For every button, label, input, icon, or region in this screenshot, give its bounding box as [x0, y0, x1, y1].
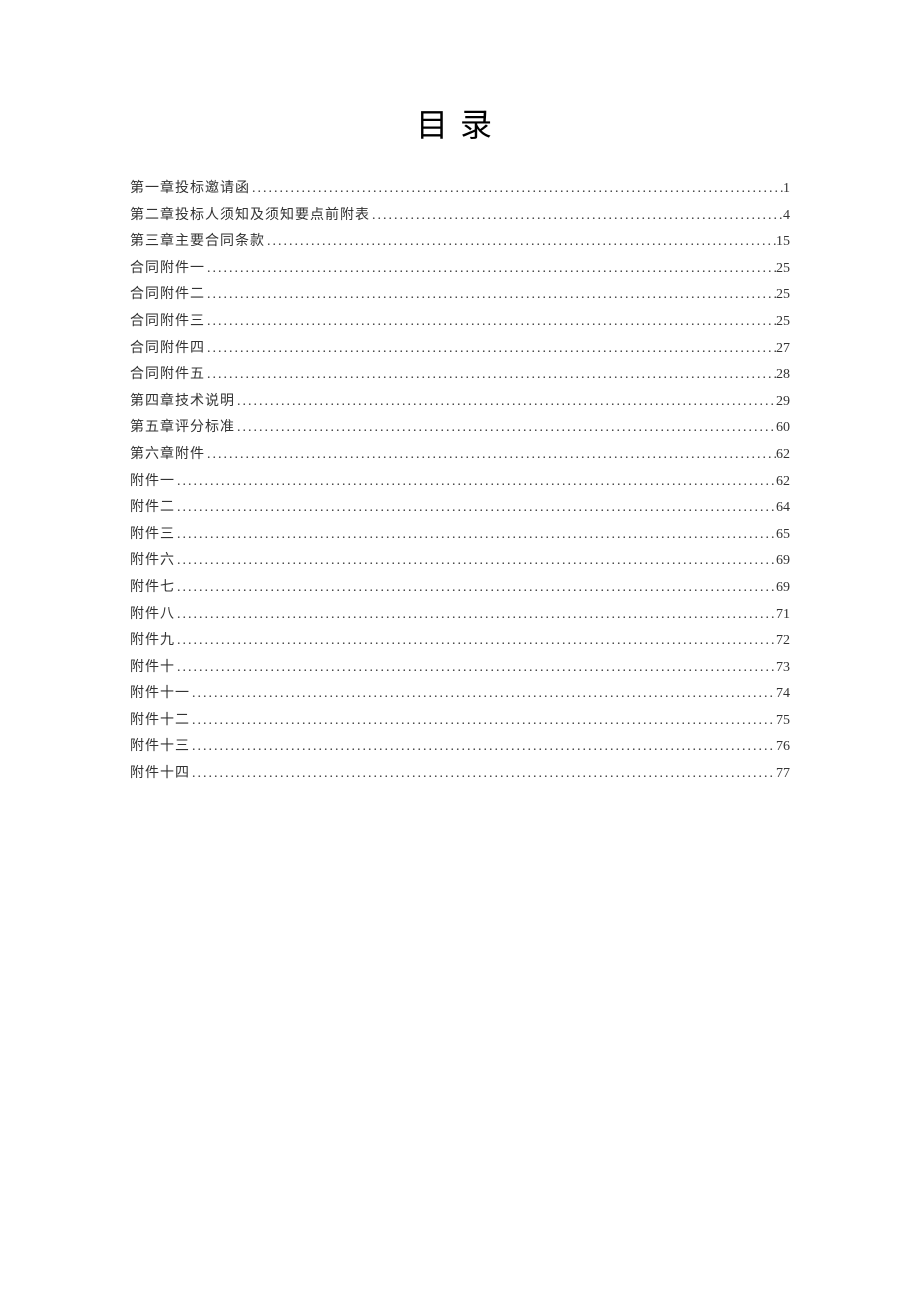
- toc-entry: 合同附件一 25: [130, 256, 790, 283]
- toc-entry-leader: [175, 575, 776, 602]
- toc-entry-leader: [205, 309, 776, 336]
- toc-entry-page: 62: [776, 442, 790, 469]
- toc-entry: 合同附件四 27: [130, 336, 790, 363]
- toc-entry-leader: [175, 602, 776, 629]
- toc-entry-leader: [190, 708, 776, 735]
- toc-entry: 附件十三 76: [130, 734, 790, 761]
- toc-entry-leader: [250, 176, 783, 203]
- toc-entry-leader: [205, 282, 776, 309]
- toc-entry-leader: [190, 681, 776, 708]
- toc-entry-page: 76: [776, 734, 790, 761]
- toc-entry: 附件八 71: [130, 602, 790, 629]
- toc-entry-page: 71: [776, 602, 790, 629]
- toc-entry-label: 附件六: [130, 548, 175, 575]
- toc-entry-label: 合同附件三: [130, 309, 205, 336]
- toc-entry-label: 第一章投标邀请函: [130, 176, 250, 203]
- toc-entry-page: 69: [776, 575, 790, 602]
- toc-entry: 合同附件二 25: [130, 282, 790, 309]
- toc-entry-page: 1: [783, 176, 790, 203]
- toc-entry-label: 第二章投标人须知及须知要点前附表: [130, 203, 370, 230]
- toc-entry-leader: [235, 415, 776, 442]
- toc-entry-leader: [370, 203, 783, 230]
- toc-entry-page: 29: [776, 389, 790, 416]
- toc-entry-leader: [235, 389, 776, 416]
- toc-entry-page: 77: [776, 761, 790, 788]
- toc-entry-page: 60: [776, 415, 790, 442]
- toc-entry-label: 合同附件四: [130, 336, 205, 363]
- toc-entry-page: 73: [776, 655, 790, 682]
- toc-entry-leader: [205, 362, 776, 389]
- table-of-contents: 第一章投标邀请函1第二章投标人须知及须知要点前附表4第三章主要合同条款15合同附…: [130, 176, 790, 788]
- toc-entry-page: 65: [776, 522, 790, 549]
- toc-entry: 合同附件五 28: [130, 362, 790, 389]
- toc-entry-page: 25: [776, 282, 790, 309]
- toc-entry-label: 附件七: [130, 575, 175, 602]
- toc-entry-label: 第三章主要合同条款: [130, 229, 265, 256]
- toc-entry: 第六章附件 62: [130, 442, 790, 469]
- toc-entry-leader: [205, 256, 776, 283]
- toc-entry-label: 附件二: [130, 495, 175, 522]
- toc-entry-page: 25: [776, 256, 790, 283]
- toc-entry-page: 4: [783, 203, 790, 230]
- toc-entry: 第五章评分标准 60: [130, 415, 790, 442]
- toc-entry-leader: [190, 734, 776, 761]
- toc-entry: 第三章主要合同条款 15: [130, 229, 790, 256]
- toc-entry-leader: [175, 548, 776, 575]
- toc-entry-label: 合同附件二: [130, 282, 205, 309]
- toc-entry-page: 75: [776, 708, 790, 735]
- toc-entry-leader: [175, 495, 776, 522]
- toc-entry-label: 附件十二: [130, 708, 190, 735]
- toc-entry: 附件一 62: [130, 469, 790, 496]
- toc-entry: 附件二 64: [130, 495, 790, 522]
- toc-entry: 附件十一 74: [130, 681, 790, 708]
- toc-entry: 附件十四 77: [130, 761, 790, 788]
- toc-entry-page: 25: [776, 309, 790, 336]
- toc-entry: 第一章投标邀请函 1: [130, 176, 790, 203]
- toc-entry-page: 27: [776, 336, 790, 363]
- toc-entry-label: 合同附件五: [130, 362, 205, 389]
- toc-entry: 附件十二 75: [130, 708, 790, 735]
- toc-entry-page: 69: [776, 548, 790, 575]
- toc-entry-label: 附件九: [130, 628, 175, 655]
- toc-entry: 合同附件三 25: [130, 309, 790, 336]
- toc-entry-leader: [190, 761, 776, 788]
- page-title: 目录: [130, 100, 790, 146]
- toc-entry-label: 附件十: [130, 655, 175, 682]
- toc-entry-label: 附件三: [130, 522, 175, 549]
- toc-entry-page: 62: [776, 469, 790, 496]
- toc-entry-page: 72: [776, 628, 790, 655]
- toc-entry-label: 附件八: [130, 602, 175, 629]
- toc-entry-leader: [175, 628, 776, 655]
- toc-entry-leader: [175, 469, 776, 496]
- toc-entry-page: 28: [776, 362, 790, 389]
- toc-entry-page: 15: [776, 229, 790, 256]
- toc-entry-label: 第六章附件: [130, 442, 205, 469]
- toc-entry-leader: [175, 655, 776, 682]
- toc-entry-leader: [205, 442, 776, 469]
- toc-entry-label: 附件十三: [130, 734, 190, 761]
- toc-entry-label: 第五章评分标准: [130, 415, 235, 442]
- toc-entry-page: 64: [776, 495, 790, 522]
- toc-entry-label: 附件十一: [130, 681, 190, 708]
- toc-entry: 附件十 73: [130, 655, 790, 682]
- toc-entry-label: 合同附件一: [130, 256, 205, 283]
- toc-entry-leader: [265, 229, 776, 256]
- toc-entry-leader: [205, 336, 776, 363]
- toc-entry: 附件三 65: [130, 522, 790, 549]
- toc-entry: 附件七 69: [130, 575, 790, 602]
- toc-entry: 第二章投标人须知及须知要点前附表 4: [130, 203, 790, 230]
- toc-entry: 第四章技术说明 29: [130, 389, 790, 416]
- toc-entry: 附件六 69: [130, 548, 790, 575]
- toc-entry-label: 第四章技术说明: [130, 389, 235, 416]
- toc-entry-leader: [175, 522, 776, 549]
- toc-entry-page: 74: [776, 681, 790, 708]
- toc-entry-label: 附件一: [130, 469, 175, 496]
- toc-entry: 附件九 72: [130, 628, 790, 655]
- toc-entry-label: 附件十四: [130, 761, 190, 788]
